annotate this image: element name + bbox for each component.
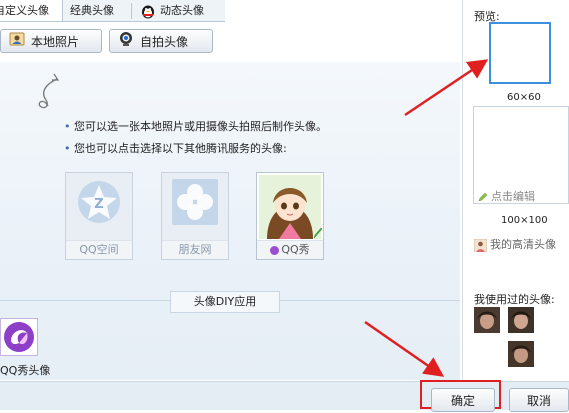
arrow-to-ok bbox=[364, 320, 445, 377]
annotation-arrows bbox=[364, 59, 489, 377]
arrow-to-preview bbox=[404, 59, 489, 117]
